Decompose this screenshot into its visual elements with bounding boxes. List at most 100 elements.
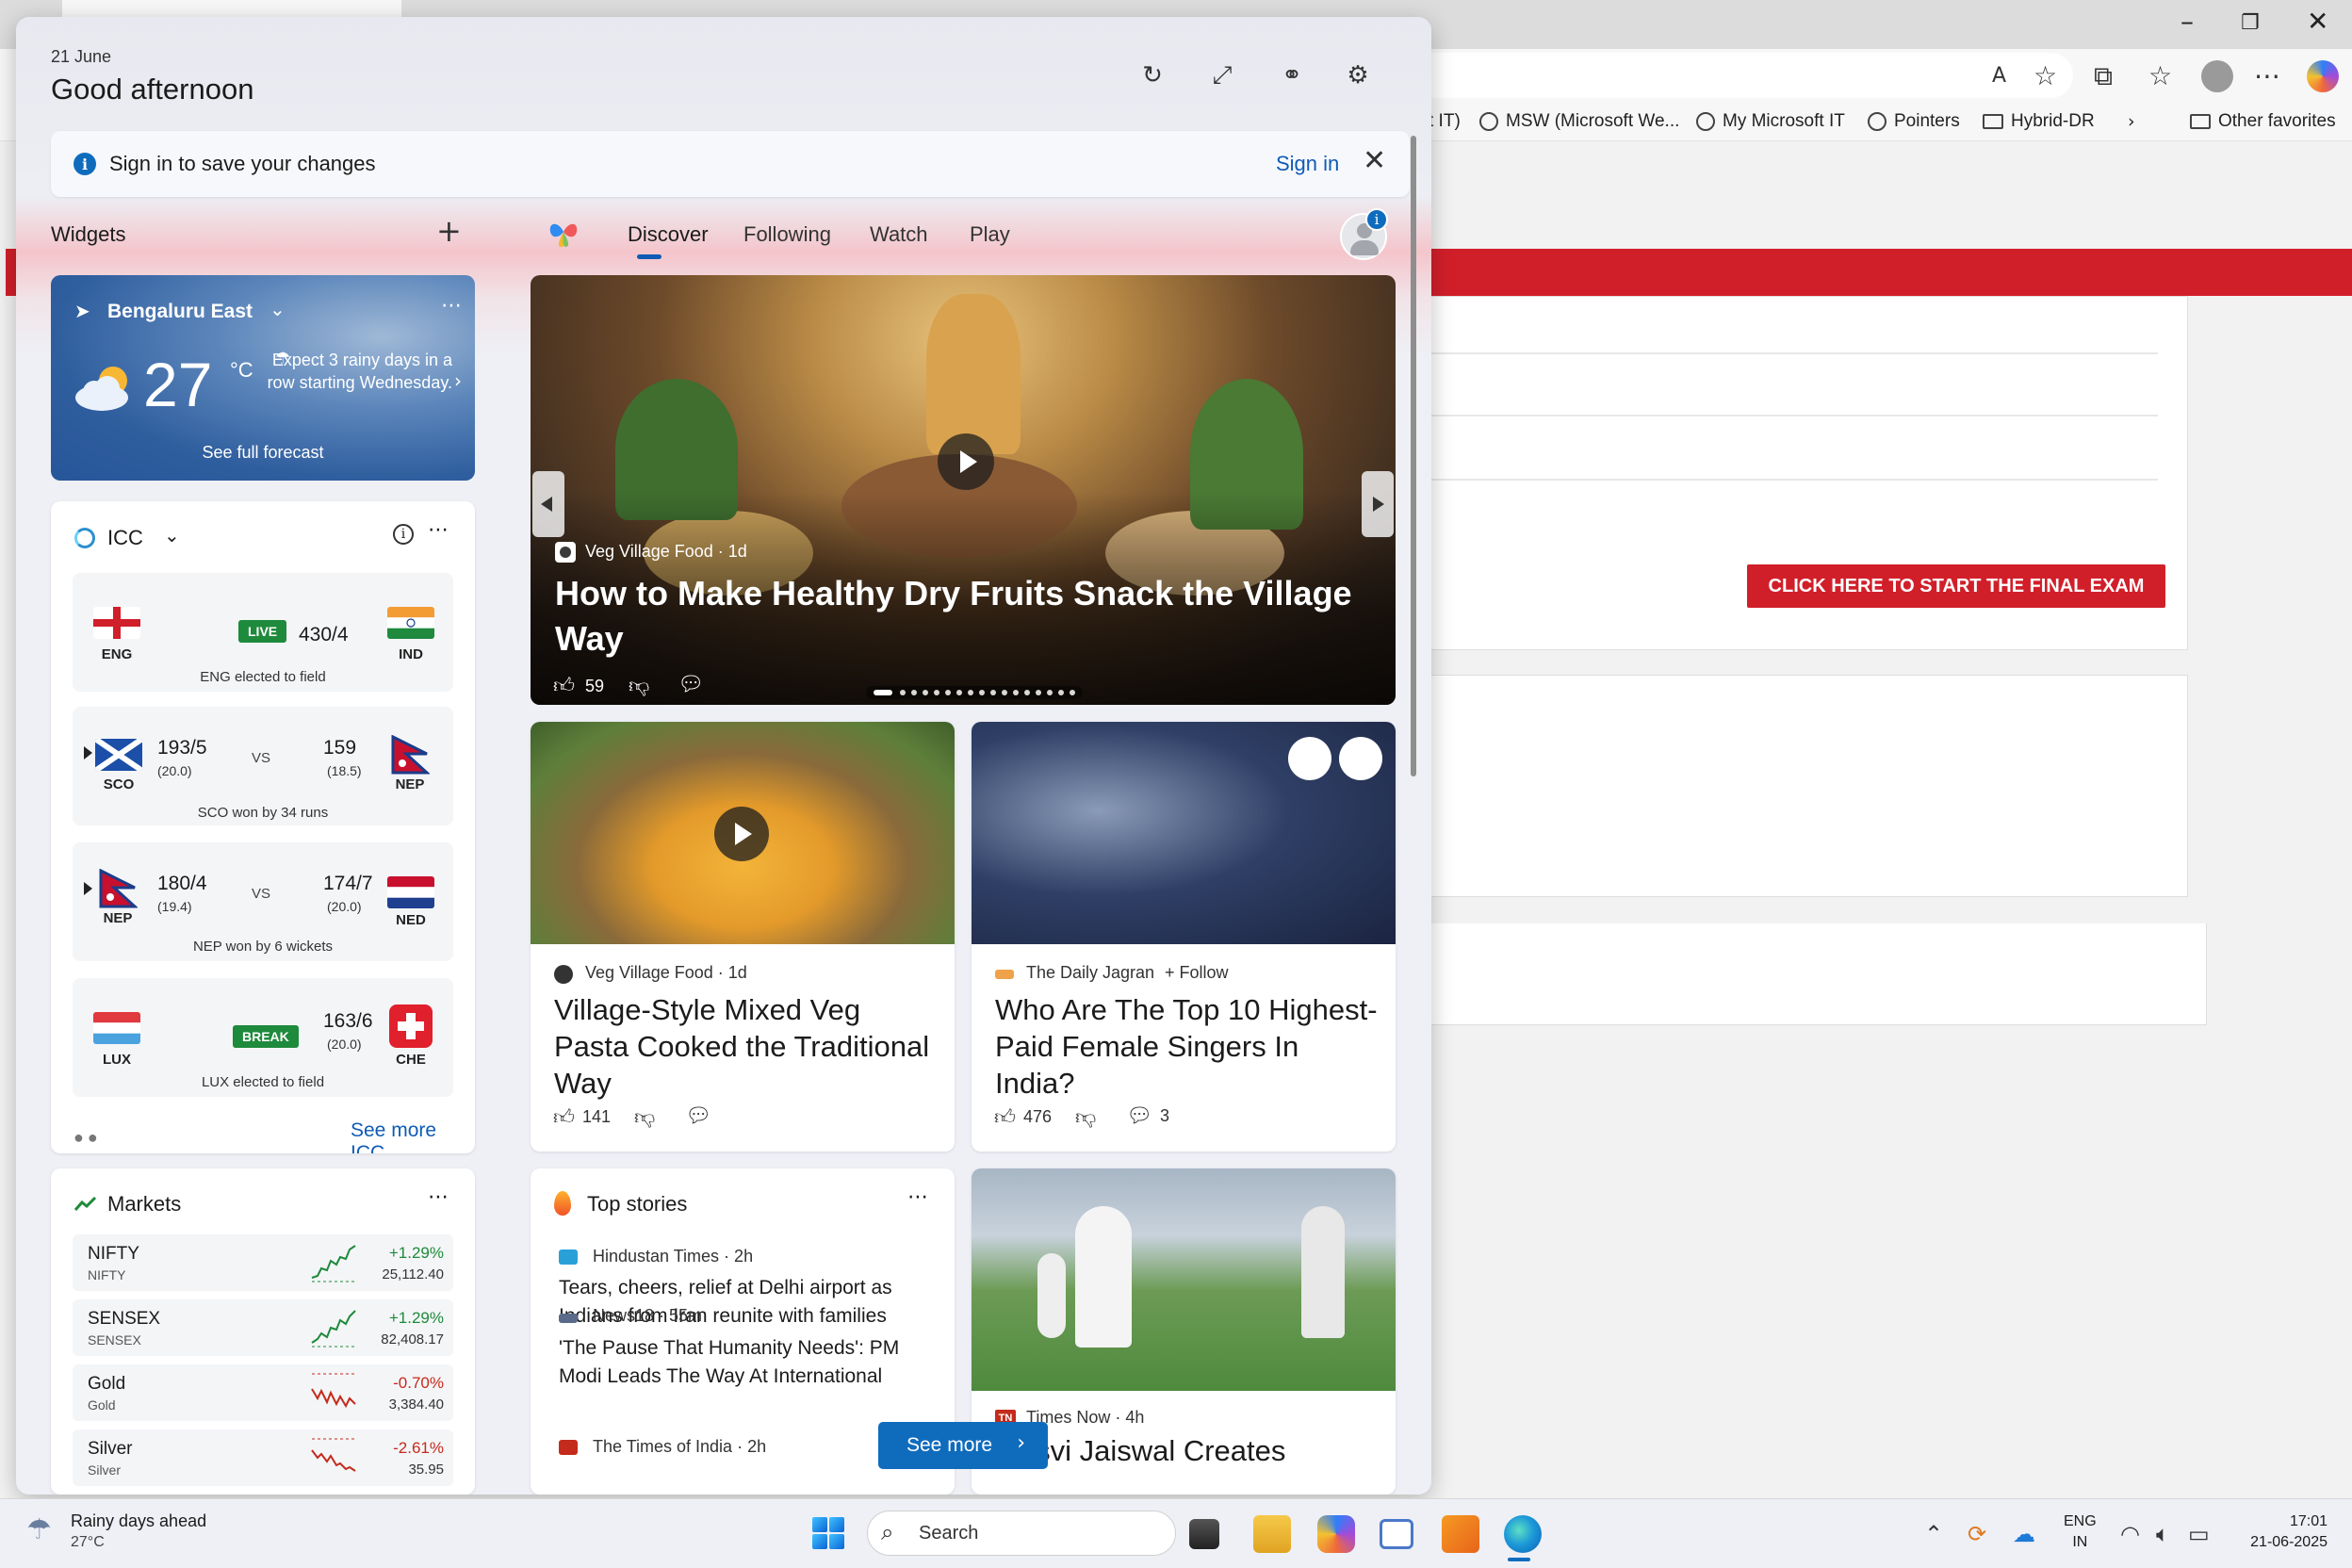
refresh-icon[interactable]: ↻ [1135, 58, 1169, 92]
close-icon[interactable]: ✕ [1363, 144, 1386, 177]
carousel-dot[interactable] [945, 690, 951, 695]
weather-summary[interactable]: Expect 3 rainy days in a row starting We… [264, 349, 452, 394]
article-card[interactable]: The Daily Jagran + Follow Who Are The To… [972, 722, 1396, 1152]
more-options-icon[interactable]: ⋯ [428, 518, 449, 542]
story-source[interactable]: Hindustan Times · 2h [593, 1247, 753, 1266]
read-aloud-icon[interactable]: A [1992, 64, 2006, 88]
favorite-item[interactable]: Hybrid-DR [1983, 111, 2095, 132]
share-icon[interactable]: ⚭ [1275, 58, 1309, 92]
comment-icon[interactable]: 💬︎ [678, 673, 704, 696]
more-options-icon[interactable]: ⋯ [2254, 60, 2280, 91]
panel-scrollbar[interactable] [1411, 136, 1416, 776]
article-title[interactable]: ...asvi Jaiswal Creates [995, 1434, 1391, 1468]
extensions-icon[interactable]: ⧉ [2094, 60, 2113, 92]
start-exam-button[interactable]: CLICK HERE TO START THE FINAL EXAM [1747, 564, 2165, 608]
close-window-icon[interactable]: ✕ [2307, 6, 2328, 37]
favorite-item[interactable]: Pointers [1868, 111, 1960, 132]
weather-location[interactable]: Bengaluru East [107, 301, 253, 323]
dislike-icon[interactable]: 👎︎ [629, 673, 649, 698]
chevron-down-icon[interactable]: ⌄ [270, 298, 286, 320]
like-button[interactable]: 👍︎ 476 [994, 1104, 1052, 1130]
story-source[interactable]: The Times of India · 2h [593, 1437, 766, 1457]
taskbar-search[interactable]: ⌕ Search [867, 1511, 1176, 1556]
clock[interactable]: 17:01 21-06-2025 [2224, 1511, 2328, 1553]
copilot-icon[interactable] [2307, 60, 2339, 92]
story-headline[interactable]: 'The Pause That Humanity Needs': PM Modi… [559, 1334, 936, 1391]
rain-weather-icon[interactable]: ☂ [26, 1513, 52, 1546]
carousel-indicator[interactable] [866, 686, 1083, 699]
minimize-icon[interactable]: – [2180, 6, 2194, 37]
match-card[interactable]: SCO 193/5 (20.0) VS 159 (18.5) NEP SCO w… [73, 707, 453, 825]
chevron-right-icon[interactable]: › [2128, 111, 2135, 132]
add-widget-icon[interactable]: + [436, 213, 462, 249]
carousel-dot[interactable] [1013, 690, 1019, 695]
match-card[interactable]: LUX BREAK 163/6 (20.0) CHE LUX elected t… [73, 978, 453, 1097]
tab-watch[interactable]: Watch [870, 222, 928, 247]
more-options-icon[interactable]: ⋯ [907, 1185, 928, 1209]
restore-icon[interactable]: ❐ [2241, 11, 2260, 35]
market-row[interactable]: Silver Silver -2.61% 35.95 [73, 1429, 453, 1486]
carousel-dot[interactable] [979, 690, 985, 695]
battery-icon[interactable]: ▭ [2188, 1521, 2210, 1547]
market-row[interactable]: SENSEX SENSEX +1.29% 82,408.17 [73, 1299, 453, 1356]
onedrive-icon[interactable]: ☁ [2013, 1521, 2035, 1547]
hero-title[interactable]: How to Make Healthy Dry Fruits Snack the… [555, 571, 1365, 662]
article-source[interactable]: Veg Village Food · 1d [585, 542, 747, 562]
more-options-icon[interactable]: ⋯ [428, 1185, 449, 1209]
office-app-icon[interactable] [1442, 1515, 1479, 1553]
start-button[interactable] [812, 1517, 846, 1551]
like-icon[interactable]: 👍︎ [553, 673, 575, 698]
language-indicator[interactable]: ENG IN [2064, 1511, 2097, 1553]
taskbar-weather-text[interactable]: Rainy days ahead [71, 1511, 206, 1531]
address-bar[interactable] [1385, 53, 2073, 98]
carousel-dot[interactable] [1058, 690, 1064, 695]
dislike-icon[interactable]: 👎︎ [634, 1104, 655, 1130]
sync-icon[interactable]: ⟳ [1968, 1521, 1986, 1547]
favorite-item[interactable]: My Microsoft IT [1696, 111, 1845, 132]
browser-profile-avatar[interactable] [2201, 60, 2233, 92]
favorites-icon[interactable]: ☆ [2148, 60, 2172, 91]
window-app-icon[interactable] [1380, 1519, 1413, 1549]
edge-browser-icon[interactable] [1504, 1515, 1542, 1553]
market-row[interactable]: Gold Gold -0.70% 3,384.40 [73, 1364, 453, 1421]
hero-article[interactable]: Veg Village Food · 1d How to Make Health… [531, 275, 1396, 705]
market-row[interactable]: NIFTY NIFTY +1.29% 25,112.40 [73, 1234, 453, 1291]
carousel-dot[interactable] [990, 690, 996, 695]
dislike-icon[interactable]: 👎︎ [1075, 1104, 1096, 1130]
tab-following[interactable]: Following [743, 222, 831, 247]
match-card[interactable]: NEP 180/4 (19.4) VS 174/7 (20.0) NED NEP… [73, 842, 453, 961]
carousel-dot[interactable] [911, 690, 917, 695]
follow-button[interactable]: + Follow [1165, 963, 1229, 983]
see-more-button[interactable]: See more › [878, 1422, 1048, 1469]
favorite-item[interactable]: MSW (Microsoft We... [1479, 111, 1679, 132]
task-view-icon[interactable] [1189, 1519, 1219, 1549]
article-title[interactable]: Who Are The Top 10 Highest-Paid Female S… [995, 991, 1381, 1102]
tab-play[interactable]: Play [970, 222, 1010, 247]
article-image[interactable] [972, 1168, 1396, 1391]
info-icon[interactable]: i [393, 524, 414, 545]
other-favorites[interactable]: Other favorites [2190, 111, 2336, 132]
carousel-dot[interactable] [934, 690, 939, 695]
like-button[interactable]: 👍︎ 141 [553, 1104, 611, 1130]
weather-widget[interactable]: ➤ Bengaluru East ⌄ ⋯ 27 °C ☂ Expect 3 ra… [51, 275, 475, 481]
carousel-dot[interactable] [968, 690, 973, 695]
story-source[interactable]: News18 · 55m [593, 1306, 702, 1326]
tab-discover[interactable]: Discover [628, 222, 709, 247]
icc-title[interactable]: ICC [107, 526, 143, 550]
carousel-dot[interactable] [1002, 690, 1007, 695]
microsoft-365-icon[interactable] [1317, 1515, 1355, 1553]
settings-icon[interactable]: ⚙ [1341, 58, 1375, 92]
carousel-dot[interactable] [1024, 690, 1030, 695]
article-title[interactable]: Village-Style Mixed Veg Pasta Cooked the… [554, 991, 940, 1102]
taskbar-weather-temp[interactable]: 27°C [71, 1534, 105, 1551]
carousel-dot[interactable] [1036, 690, 1041, 695]
play-video-icon[interactable] [714, 807, 769, 861]
carousel-dot[interactable] [900, 690, 906, 695]
carousel-dot[interactable] [956, 690, 962, 695]
carousel-next-button[interactable] [1362, 471, 1394, 537]
carousel-dots[interactable]: ●● [74, 1128, 102, 1148]
expand-icon[interactable]: ⤢ [1205, 58, 1239, 92]
article-image[interactable] [972, 722, 1396, 944]
chevron-down-icon[interactable]: ⌄ [164, 524, 180, 547]
volume-icon[interactable]: 🔈︎ [2156, 1521, 2169, 1547]
